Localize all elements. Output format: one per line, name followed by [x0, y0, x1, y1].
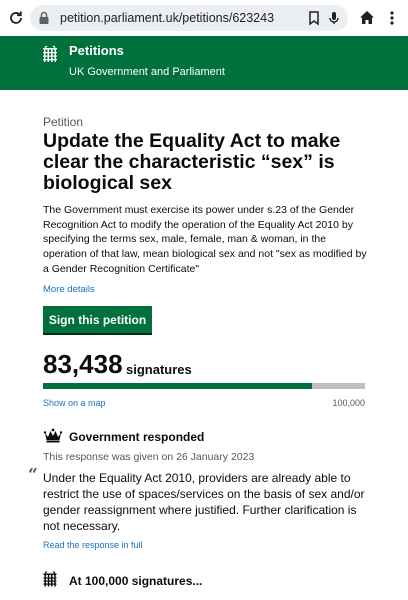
petition-kicker: Petition [43, 115, 84, 129]
signature-progress-bar [43, 383, 365, 389]
signature-progress-fill [43, 383, 312, 389]
petition-description: The Government must exercise its power u… [43, 204, 367, 275]
browser-toolbar: petition.parliament.uk/petitions/623243 [0, 0, 408, 36]
home-icon[interactable] [358, 9, 376, 27]
show-on-map-link[interactable]: Show on a map [43, 398, 106, 408]
site-header: Petitions UK Government and Parliament [0, 36, 408, 90]
address-bar[interactable]: petition.parliament.uk/petitions/623243 [30, 5, 348, 31]
bookmark-icon[interactable] [306, 10, 322, 26]
crown-icon [43, 428, 63, 443]
reload-icon[interactable] [6, 8, 26, 28]
response-date: This response was given on 26 January 20… [43, 451, 255, 463]
milestone-heading: At 100,000 signatures... [69, 574, 203, 588]
site-title[interactable]: Petitions [69, 43, 124, 58]
government-response-text: Under the Equality Act 2010, providers a… [43, 471, 365, 533]
signature-label: signatures [126, 362, 192, 377]
sign-petition-button[interactable]: Sign this petition [43, 306, 152, 333]
read-response-link[interactable]: Read the response in full [43, 540, 143, 550]
more-details-link[interactable]: More details [43, 284, 95, 295]
signature-count: 83,438 [43, 349, 123, 379]
signature-target: 100,000 [332, 398, 365, 408]
url-text[interactable]: petition.parliament.uk/petitions/623243 [60, 11, 274, 25]
microphone-icon[interactable] [326, 10, 342, 26]
lock-icon[interactable] [38, 11, 52, 25]
portcullis-icon[interactable] [42, 45, 58, 63]
quote-mark: “ [28, 465, 38, 485]
portcullis-icon [43, 571, 57, 587]
site-subtitle: UK Government and Parliament [69, 66, 225, 78]
petition-title: Update the Equality Act to make clear th… [43, 130, 341, 194]
more-menu-icon[interactable] [384, 9, 400, 27]
government-response-heading: Government responded [69, 430, 205, 444]
